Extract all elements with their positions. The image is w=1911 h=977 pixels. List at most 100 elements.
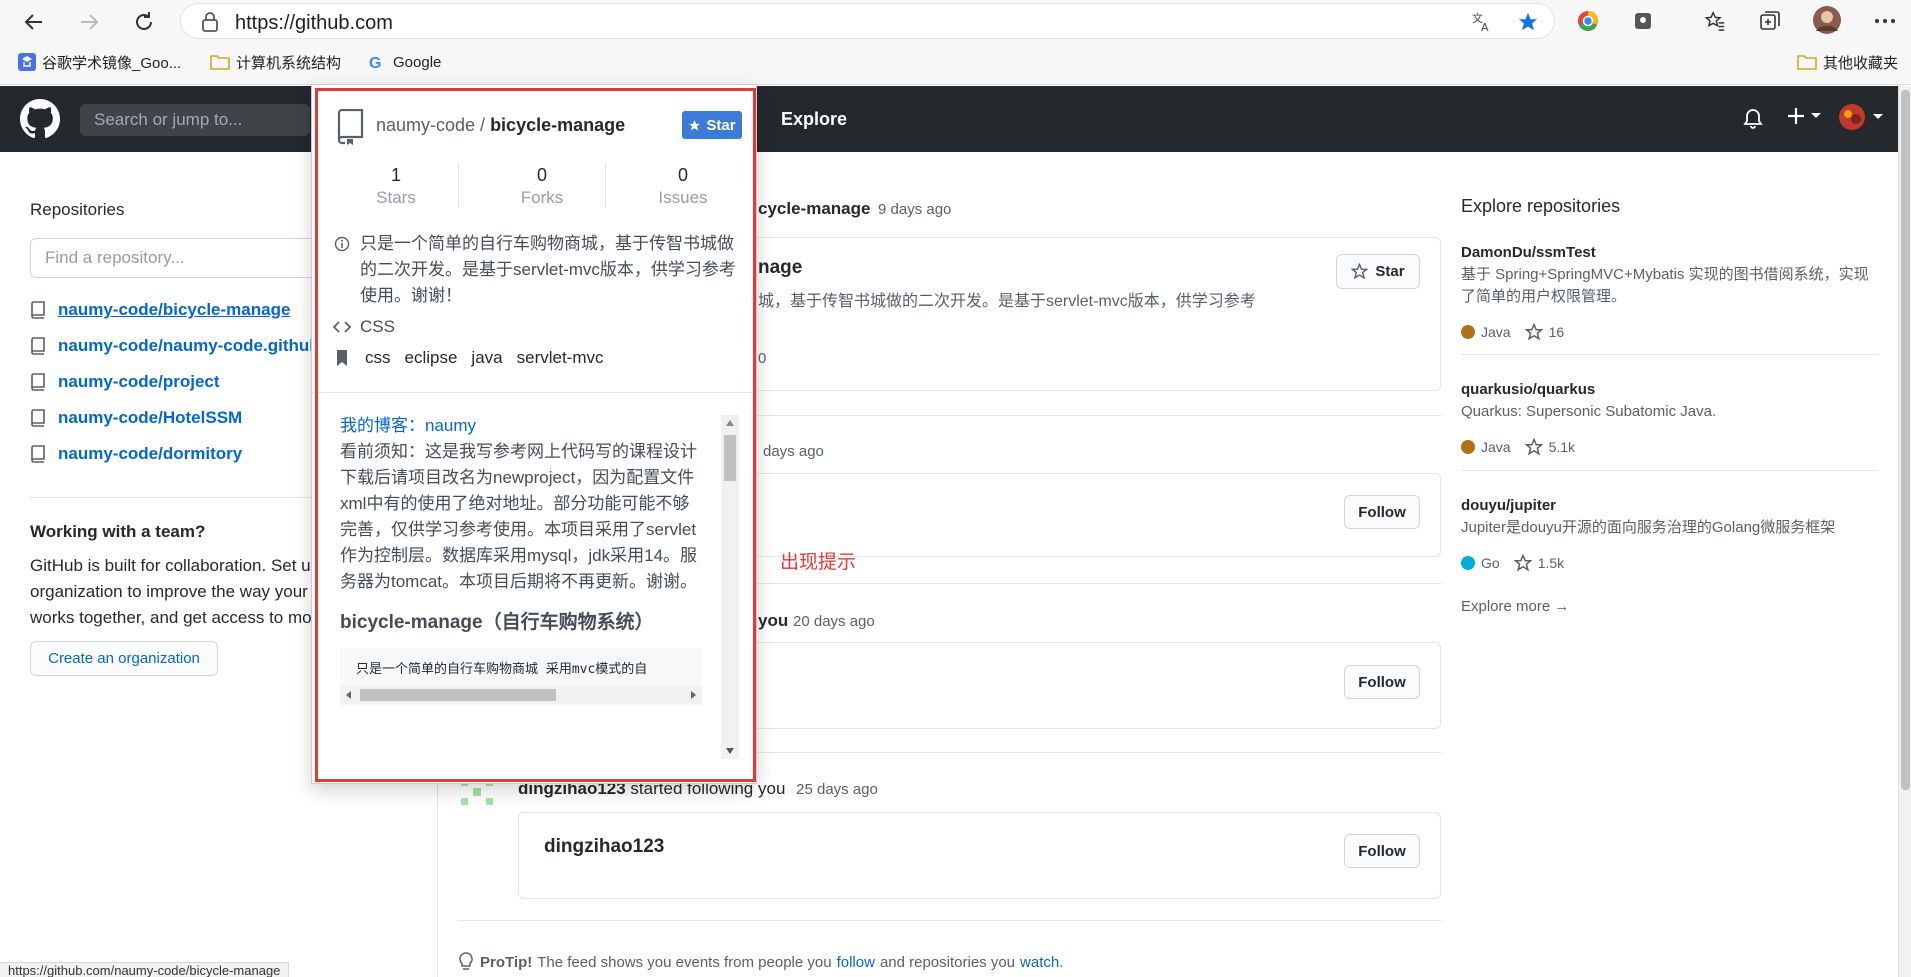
feed-repo-stat-fragment: 0 bbox=[758, 350, 767, 367]
protip-text: . bbox=[1059, 953, 1064, 971]
github-header: Search or jump to... Explore bbox=[0, 86, 1898, 152]
stat-divider bbox=[605, 163, 606, 207]
repo-link-github-io[interactable]: naumy-code/naumy-code.github.io bbox=[30, 336, 339, 356]
repo-hovercard: naumy-code / bicycle-manage Star 1 Stars… bbox=[311, 84, 757, 784]
feed-repo-title-fragment[interactable]: nage bbox=[758, 257, 802, 279]
repo-icon bbox=[31, 301, 45, 319]
star-outline-icon bbox=[1351, 263, 1369, 280]
explore-more-link[interactable]: Explore more → bbox=[1461, 598, 1569, 615]
stat-label: Forks bbox=[520, 188, 564, 207]
create-organization-button[interactable]: Create an organization bbox=[30, 641, 218, 676]
search-input[interactable]: Search or jump to... bbox=[80, 104, 310, 136]
star-outline-icon[interactable] bbox=[1524, 438, 1543, 456]
follow-button[interactable]: Follow bbox=[1344, 834, 1420, 868]
topic-tag[interactable]: css bbox=[365, 348, 391, 368]
protip-label: ProTip! bbox=[480, 953, 533, 971]
scroll-right-arrow-icon[interactable] bbox=[690, 691, 696, 699]
bookmark-scholar[interactable]: 谷歌学术镜像_Goo... bbox=[18, 51, 181, 73]
scroll-down-arrow-icon[interactable] bbox=[726, 748, 734, 754]
horizontal-scrollbar[interactable] bbox=[340, 686, 702, 704]
follow-button[interactable]: Follow bbox=[1344, 495, 1420, 529]
star-count[interactable]: 5.1k bbox=[1549, 439, 1575, 455]
follow-button[interactable]: Follow bbox=[1344, 665, 1420, 699]
protip: ProTip! The feed shows you events from p… bbox=[458, 952, 1063, 972]
hovercard-language: CSS bbox=[360, 317, 395, 336]
hovercard-stars-stat[interactable]: 1 Stars bbox=[336, 165, 456, 208]
browser-toolbar: https://github.com 文A 谷歌学术镜像_Goo... 计算机系… bbox=[0, 0, 1911, 85]
explore-repo-name[interactable]: quarkusio/quarkus bbox=[1461, 381, 1595, 398]
readme-blog-link[interactable]: naumy bbox=[425, 416, 476, 435]
repo-link-project[interactable]: naumy-code/project bbox=[30, 372, 220, 392]
lock-icon bbox=[202, 12, 218, 32]
forward-button[interactable] bbox=[73, 6, 105, 38]
hovercard-readme[interactable]: 我的博客：naumy 看前须知：这是我写参考网上代码写的课程设计 下载后请项目改… bbox=[340, 413, 732, 763]
topic-tag[interactable]: servlet-mvc bbox=[517, 348, 604, 368]
feed-timestamp: days ago bbox=[763, 443, 824, 460]
favorites-icon[interactable] bbox=[1702, 8, 1728, 34]
more-menu-icon[interactable] bbox=[1872, 8, 1898, 34]
user-menu-dropdown[interactable] bbox=[1838, 103, 1884, 131]
info-icon bbox=[334, 236, 350, 252]
nav-explore[interactable]: Explore bbox=[781, 109, 847, 130]
star-count[interactable]: 16 bbox=[1549, 324, 1565, 340]
scroll-up-arrow-icon[interactable] bbox=[726, 420, 734, 426]
hovercard-star-button[interactable]: Star bbox=[682, 111, 742, 139]
bell-icon[interactable] bbox=[1743, 108, 1763, 130]
explore-divider bbox=[1461, 354, 1878, 355]
repo-book-icon bbox=[337, 109, 364, 145]
extension-shield-icon[interactable] bbox=[1630, 8, 1656, 34]
github-logo-icon[interactable] bbox=[20, 99, 60, 139]
hovercard-forks-stat[interactable]: 0 Forks bbox=[482, 165, 602, 208]
protip-watch-link[interactable]: watch bbox=[1020, 954, 1059, 971]
back-arrow-icon bbox=[24, 14, 42, 30]
create-new-dropdown[interactable] bbox=[1786, 106, 1822, 126]
protip-follow-link[interactable]: follow bbox=[837, 954, 875, 971]
address-bar[interactable]: https://github.com 文A bbox=[180, 3, 1555, 39]
code-text: 只是一个简单的自行车购物商城 采用mvc模式的自 bbox=[356, 662, 648, 677]
star-outline-icon[interactable] bbox=[1524, 323, 1543, 341]
vertical-scroll-thumb[interactable] bbox=[724, 435, 736, 481]
feed-you-fragment: you bbox=[758, 611, 789, 630]
svg-text:A: A bbox=[1481, 21, 1489, 32]
star-outline-icon[interactable] bbox=[1513, 554, 1532, 572]
feed-user-card-name[interactable]: dingzihao123 bbox=[544, 836, 664, 858]
profile-avatar[interactable] bbox=[1812, 5, 1842, 35]
repo-icon bbox=[31, 409, 45, 427]
annotation-appears-hint: 出现提示 bbox=[780, 552, 857, 573]
bookmark-folder-architecture[interactable]: 计算机系统结构 bbox=[210, 51, 341, 73]
hovercard-issues-stat[interactable]: 0 Issues bbox=[623, 165, 743, 208]
repo-icon bbox=[31, 337, 45, 355]
explore-repo-name[interactable]: douyu/jupiter bbox=[1461, 497, 1556, 514]
readme-blog-label: 我的博客： bbox=[340, 416, 425, 435]
repo-link-dormitory[interactable]: naumy-code/dormitory bbox=[30, 444, 242, 464]
horizontal-scroll-thumb[interactable] bbox=[360, 689, 556, 701]
back-button[interactable] bbox=[18, 6, 50, 38]
protip-text: The feed shows you events from people yo… bbox=[537, 953, 832, 971]
topic-tag[interactable]: eclipse bbox=[405, 348, 458, 368]
page-scroll-thumb[interactable] bbox=[1901, 90, 1910, 790]
feed-repo-link-fragment[interactable]: cycle-manage bbox=[758, 199, 870, 219]
readme-vertical-scrollbar[interactable] bbox=[721, 415, 739, 759]
scroll-left-arrow-icon[interactable] bbox=[346, 691, 352, 699]
explore-repo-name[interactable]: DamonDu/ssmTest bbox=[1461, 244, 1596, 261]
repo-link-hotelssm[interactable]: naumy-code/HotelSSM bbox=[30, 408, 242, 428]
language-label: Go bbox=[1481, 555, 1500, 571]
favorite-star-icon[interactable] bbox=[1517, 11, 1539, 33]
chrome-extension-icon[interactable] bbox=[1575, 8, 1601, 34]
hovercard-repo-title[interactable]: naumy-code / bicycle-manage bbox=[376, 115, 625, 136]
feed-star-button[interactable]: Star bbox=[1336, 254, 1420, 289]
translate-icon[interactable]: 文A bbox=[1472, 12, 1494, 32]
refresh-icon bbox=[136, 12, 152, 30]
other-bookmarks-folder[interactable]: 其他收藏夹 bbox=[1797, 51, 1898, 73]
page-vertical-scrollbar[interactable] bbox=[1898, 86, 1911, 977]
collections-icon[interactable] bbox=[1757, 8, 1783, 34]
topic-tag[interactable]: java bbox=[471, 348, 502, 368]
bookmark-google[interactable]: G Google bbox=[367, 51, 441, 73]
star-icon bbox=[689, 119, 701, 130]
code-icon bbox=[333, 321, 351, 333]
hovercard-divider bbox=[312, 392, 756, 393]
repo-link-bicycle-manage[interactable]: naumy-code/bicycle-manage bbox=[30, 300, 290, 320]
refresh-button[interactable] bbox=[128, 6, 160, 38]
star-count[interactable]: 1.5k bbox=[1538, 555, 1564, 571]
readme-notice: 看前须知：这是我写参考网上代码写的课程设计 下载后请项目改名为newprojec… bbox=[340, 442, 698, 591]
